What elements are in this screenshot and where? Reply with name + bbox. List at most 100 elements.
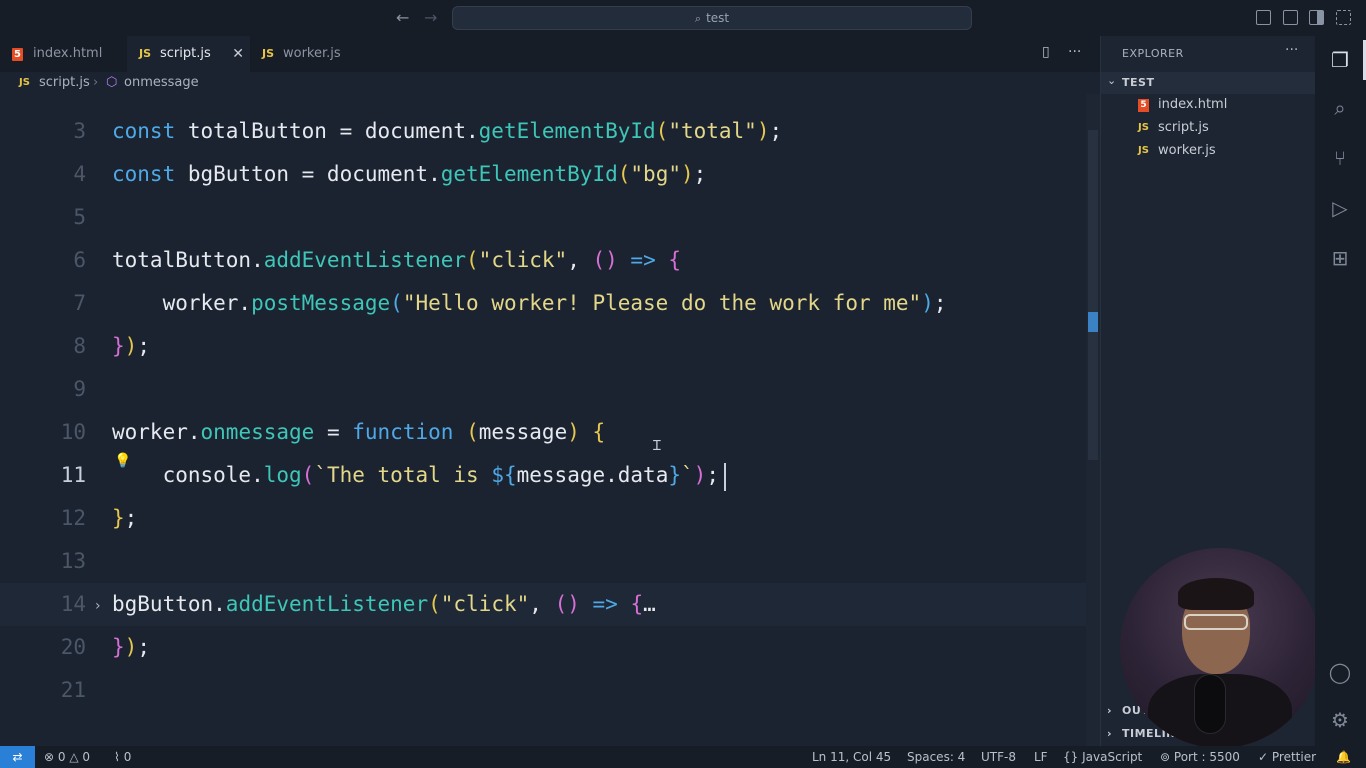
close-icon[interactable]: ✕ (232, 36, 244, 72)
code-line[interactable]: 3 const totalButton = document.getElement… (0, 110, 1086, 153)
language-label: JavaScript (1082, 750, 1143, 764)
account-icon[interactable]: ◯ (1328, 660, 1352, 684)
extensions-icon[interactable]: ⊞ (1328, 246, 1352, 270)
line-number: 20 (60, 635, 86, 659)
scrollbar-thumb[interactable] (1088, 130, 1098, 460)
code-line[interactable]: 12}; (0, 497, 1086, 540)
file-row-script-js[interactable]: JS script.js (1101, 117, 1316, 139)
code-token: … (643, 592, 656, 616)
antenna-icon: ⌇ (114, 750, 120, 764)
code-line[interactable]: 4 const bgButton = document.getElementByI… (0, 153, 1086, 196)
code-token: totalButton = document. (175, 119, 479, 143)
code-text: worker.postMessage("Hello worker! Please… (112, 282, 947, 325)
tab-label: script.js (160, 46, 211, 61)
run-debug-icon[interactable]: ▷ (1328, 196, 1352, 220)
search-icon[interactable]: ⌕ (1328, 96, 1352, 120)
code-token: worker. (112, 420, 201, 444)
code-line[interactable]: 9 (0, 368, 1086, 411)
encoding[interactable]: UTF-8 (981, 746, 1016, 768)
file-row-index-html[interactable]: 5 index.html (1101, 94, 1316, 116)
presenter-hair (1178, 578, 1254, 610)
notifications-bell-icon[interactable]: 🔔 (1336, 746, 1351, 768)
js-file-icon: JS (1138, 122, 1149, 133)
code-line[interactable]: 7 worker.postMessage("Hello worker! Plea… (0, 282, 1086, 325)
explorer-icon[interactable]: ❐ (1328, 48, 1352, 72)
code-token: addEventListener (263, 248, 467, 272)
code-line[interactable]: 6 totalButton.addEventListener("click", (… (0, 239, 1086, 282)
prettier-status[interactable]: ✓ Prettier (1258, 746, 1316, 768)
code-text: }); (112, 626, 150, 669)
code-line[interactable]: 21 (0, 669, 1086, 712)
code-token: bgButton. (112, 592, 226, 616)
cursor-position[interactable]: Ln 11, Col 45 (812, 746, 891, 768)
code-line[interactable]: 5 (0, 196, 1086, 239)
split-editor-icon[interactable]: ▯ (1042, 44, 1050, 60)
code-text: const totalButton = document.getElementB… (112, 110, 782, 153)
settings-gear-icon[interactable]: ⚙ (1328, 708, 1352, 732)
folder-name: TEST (1122, 76, 1155, 89)
line-number: 8 (73, 334, 86, 358)
code-token: ) (756, 119, 770, 143)
breadcrumb-file[interactable]: script.js (39, 72, 90, 94)
problems-status[interactable]: ⊗ 0 △ 0 (44, 746, 90, 768)
code-token: ) (124, 334, 138, 358)
language-mode[interactable]: {} JavaScript (1063, 746, 1142, 768)
arrow-right-icon[interactable]: → (424, 8, 437, 27)
explorer-more-button[interactable]: ··· (1285, 42, 1298, 58)
toggle-panel-icon[interactable] (1283, 10, 1298, 25)
code-token: { (630, 592, 644, 616)
toggle-secondary-sidebar-icon[interactable] (1309, 10, 1324, 25)
folder-row-test[interactable]: ⌄ TEST (1101, 72, 1316, 94)
code-line[interactable]: 8}); (0, 325, 1086, 368)
code-token: "click" (478, 248, 568, 272)
code-token: , (567, 248, 593, 272)
breadcrumb-symbol[interactable]: onmessage (124, 72, 199, 94)
more-actions-icon[interactable]: ··· (1068, 44, 1081, 60)
code-token: console. (112, 463, 264, 487)
tab-worker-js[interactable]: JS worker.js (250, 36, 370, 72)
js-file-icon: JS (139, 47, 152, 60)
code-token: ; (137, 635, 150, 659)
file-name: script.js (1158, 120, 1209, 135)
indentation[interactable]: Spaces: 4 (907, 746, 965, 768)
live-server-port[interactable]: ⊚ Port : 5500 (1160, 746, 1240, 768)
js-file-icon: JS (262, 47, 275, 60)
ports-status[interactable]: ⌇ 0 (114, 746, 131, 768)
code-token: worker. (112, 291, 252, 315)
search-label: test (706, 11, 730, 25)
code-token: onmessage (200, 420, 315, 444)
code-token: { (668, 248, 682, 272)
toggle-primary-sidebar-icon[interactable] (1256, 10, 1271, 25)
line-number: 7 (73, 291, 86, 315)
code-token: const (112, 119, 176, 143)
code-token: ; (124, 506, 138, 530)
remote-indicator-icon[interactable]: ⇄ (0, 746, 35, 768)
code-line[interactable]: 13 (0, 540, 1086, 583)
code-line[interactable]: 11 console.log(`The total is ${message.d… (0, 454, 1086, 497)
js-file-icon: JS (19, 77, 30, 88)
microphone (1194, 674, 1226, 734)
code-token: ( (466, 248, 479, 272)
arrow-left-icon[interactable]: ← (396, 8, 409, 27)
customize-layout-icon[interactable] (1336, 10, 1351, 25)
command-center-search[interactable]: ⌕ test (452, 6, 972, 30)
end-of-line[interactable]: LF (1034, 746, 1048, 768)
file-row-worker-js[interactable]: JS worker.js (1101, 140, 1316, 162)
code-token: ; (137, 334, 150, 358)
code-editor[interactable]: 3 const totalButton = document.getElement… (0, 94, 1100, 746)
tab-index-html[interactable]: 5 index.html (0, 36, 127, 72)
breadcrumb: JS script.js › ⬡ onmessage (0, 72, 1100, 94)
code-token: ) (567, 420, 580, 444)
html-file-icon: 5 (12, 48, 23, 61)
html-file-icon: 5 (1138, 99, 1149, 112)
code-line[interactable]: 14 bgButton.addEventListener("click", () … (0, 583, 1086, 626)
source-control-icon[interactable]: ⑂ (1328, 146, 1352, 170)
code-token: getElementById (440, 162, 618, 186)
chevron-right-icon[interactable]: › (95, 598, 101, 614)
lightbulb-icon[interactable]: 💡 (114, 453, 131, 469)
code-token: = (314, 420, 353, 444)
code-token: ( (390, 291, 403, 315)
code-line[interactable]: 20}); (0, 626, 1086, 669)
code-line[interactable]: 10 worker.onmessage = function (message) … (0, 411, 1086, 454)
tab-script-js[interactable]: JS script.js ✕ (127, 36, 250, 72)
